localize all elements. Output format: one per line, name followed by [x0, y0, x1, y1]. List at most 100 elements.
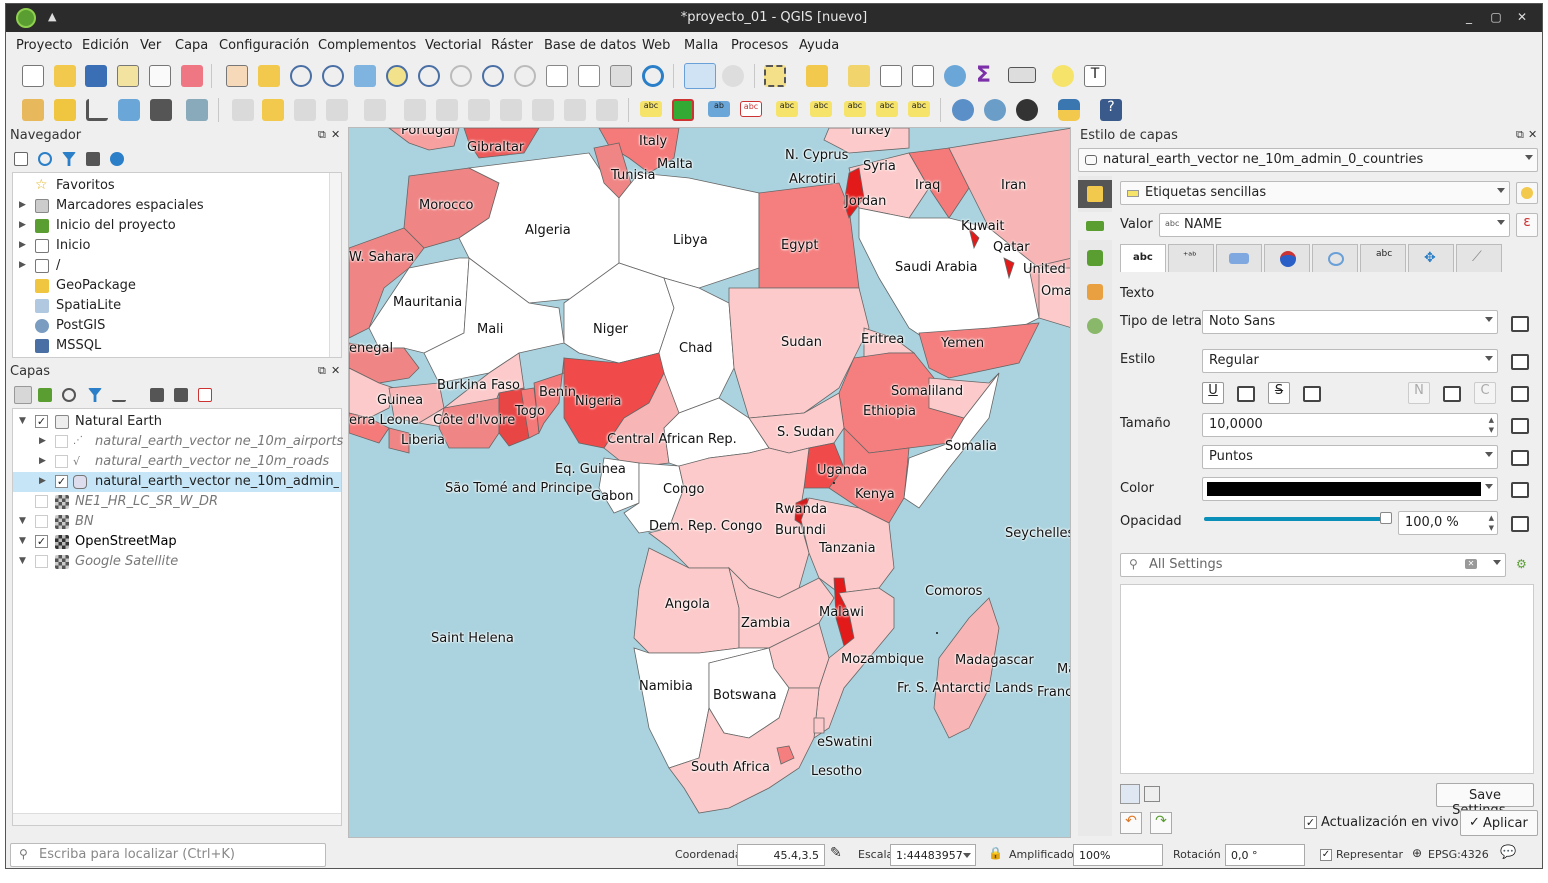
menu-proyecto[interactable]: Proyecto [16, 38, 73, 53]
value-field-select[interactable]: abc NAME [1159, 213, 1510, 237]
layer-checkbox[interactable] [35, 515, 48, 528]
nav-item-favoritos[interactable]: ☆ Favoritos [13, 176, 335, 196]
move-label-icon[interactable]: abc [844, 101, 866, 117]
filter-legend-icon[interactable] [88, 388, 102, 402]
menu-configuracion[interactable]: Configuración [219, 38, 309, 53]
menu-ver[interactable]: Ver [140, 38, 161, 53]
menu-complementos[interactable]: Complementos [318, 38, 416, 53]
nav-item-root[interactable]: ▶ / [13, 256, 335, 276]
save-settings-button[interactable]: Save Settings... [1436, 783, 1534, 818]
new-project-icon[interactable] [22, 65, 44, 87]
nav-item-postgis[interactable]: PostGIS [13, 316, 335, 336]
opacity-slider[interactable] [1204, 512, 1392, 524]
attribute-table-icon[interactable] [880, 65, 902, 87]
statistics-icon[interactable]: Σ [976, 63, 998, 88]
rotation-spinbox[interactable]: 0,0 ° [1225, 844, 1305, 866]
layers-float-icon[interactable]: ⧉ [318, 364, 326, 378]
layer-countries[interactable]: ▶ ✓ natural_earth_vector ne_10m_admin_0_… [13, 472, 341, 492]
data-defined-override-icon[interactable] [1508, 313, 1530, 333]
zoom-full-icon[interactable] [354, 65, 376, 87]
tab-text[interactable]: abc [1120, 244, 1166, 272]
diagram-icon[interactable] [672, 99, 694, 121]
lock-scale-icon[interactable]: 🔒 [988, 846, 1003, 860]
opacity-slider-handle[interactable] [1380, 512, 1392, 524]
layer-ne1-raster[interactable]: NE1_HR_LC_SR_W_DR [13, 492, 341, 512]
expand-icon[interactable]: ▶ [39, 456, 46, 466]
scale-combobox[interactable]: 1:44483957 [890, 844, 976, 866]
navigator-scrollbar[interactable] [329, 173, 341, 357]
show-bookmarks-icon[interactable] [578, 65, 600, 87]
style-close-icon[interactable]: ✕ [1528, 128, 1537, 141]
nav-item-inicio[interactable]: ▶ Inicio [13, 236, 335, 256]
layer-selector[interactable]: natural_earth_vector ne_10m_admin_0_coun… [1078, 148, 1538, 172]
collapse-all-icon[interactable] [174, 388, 188, 402]
visibility-icon[interactable] [62, 388, 76, 402]
field-calculator-icon[interactable] [912, 65, 934, 87]
menu-raster[interactable]: Ráster [491, 38, 533, 53]
layers-close-icon[interactable]: ✕ [331, 364, 340, 377]
collapse-icon[interactable]: ▼ [19, 536, 26, 546]
nav-item-inicio-proyecto[interactable]: ▶ Inicio del proyecto [13, 216, 335, 236]
map-tips-icon[interactable] [610, 65, 632, 87]
layer-checkbox[interactable] [35, 495, 48, 508]
show-unplaced-labels-icon[interactable]: abc [740, 101, 762, 117]
tab-shadow[interactable]: abc [1360, 244, 1406, 272]
expand-icon[interactable]: ▶ [19, 200, 26, 210]
layer-checkbox[interactable] [55, 455, 68, 468]
new-bookmark-icon[interactable] [546, 65, 568, 87]
menu-edicion[interactable]: Edición [82, 38, 129, 53]
locator-input[interactable]: ⚲ Escriba para localizar (Ctrl+K) [10, 843, 326, 867]
remove-layer-icon[interactable] [198, 388, 212, 402]
layer-checkbox[interactable]: ✓ [35, 415, 48, 428]
menu-base-de-datos[interactable]: Base de datos [544, 38, 636, 53]
expression-button[interactable]: ε [1516, 213, 1538, 237]
italic-toggle[interactable]: C [1474, 382, 1496, 404]
select-by-value-icon[interactable] [806, 65, 828, 87]
zoom-layer-icon[interactable] [418, 65, 440, 87]
layer-styling-icon[interactable] [14, 386, 32, 404]
maximize-icon[interactable]: ▢ [1488, 9, 1504, 25]
render-checkbox[interactable]: ✓ [1320, 849, 1332, 861]
add-selected-icon[interactable] [14, 152, 28, 166]
data-defined-override-icon[interactable] [1234, 383, 1256, 403]
font-select[interactable]: Noto Sans [1202, 310, 1498, 334]
identify-features-icon[interactable] [684, 63, 716, 89]
actions-icon[interactable] [722, 65, 744, 87]
processing-toolbox-icon[interactable] [944, 65, 966, 87]
expand-icon[interactable]: ▶ [19, 240, 26, 250]
metasearch-icon[interactable] [984, 99, 1006, 121]
crs-button[interactable]: EPSG:4326 [1428, 848, 1489, 861]
copy-icon[interactable] [500, 99, 522, 121]
print-layout-icon[interactable] [149, 65, 171, 87]
highlight-labels-icon[interactable]: ab [708, 101, 730, 117]
layer-checkbox[interactable] [35, 555, 48, 568]
menu-capa[interactable]: Capa [175, 38, 208, 53]
data-source-manager-icon[interactable] [22, 99, 44, 121]
history-icon[interactable] [1087, 318, 1103, 334]
menu-web[interactable]: Web [642, 38, 670, 53]
minimize-icon[interactable]: _ [1461, 9, 1477, 25]
python-console-icon[interactable] [1058, 99, 1080, 121]
paste-icon[interactable] [532, 99, 554, 121]
expand-all-icon[interactable] [150, 388, 164, 402]
collapse-icon[interactable]: ▼ [19, 416, 26, 426]
expression-filter-icon[interactable] [112, 388, 126, 402]
tab-formatting[interactable]: ⁺ᵃᵇ [1168, 244, 1214, 272]
layer-checkbox[interactable]: ✓ [55, 475, 68, 488]
layer-openstreetmap[interactable]: ▼ ✓ OpenStreetMap [13, 532, 341, 552]
mask-icon[interactable] [1087, 284, 1103, 300]
new-geopackage-icon[interactable] [54, 99, 76, 121]
rotate-label-icon[interactable]: abc [876, 101, 898, 117]
vertex-tool-icon[interactable] [364, 99, 386, 121]
spin-arrows-icon[interactable]: ▲ ▼ [1489, 513, 1494, 533]
3d-view-icon[interactable] [1087, 250, 1103, 266]
modify-attributes-icon[interactable] [404, 99, 426, 121]
data-defined-override-icon[interactable] [1440, 383, 1462, 403]
live-update-checkbox[interactable]: ✓ [1304, 816, 1317, 829]
undo-icon[interactable] [564, 99, 586, 121]
collapse-all-icon[interactable] [86, 152, 100, 166]
nav-item-marcadores[interactable]: ▶ Marcadores espaciales [13, 196, 335, 216]
tab-background[interactable] [1312, 244, 1358, 272]
pencil-icon[interactable] [262, 99, 284, 121]
measure-icon[interactable] [1008, 67, 1036, 83]
